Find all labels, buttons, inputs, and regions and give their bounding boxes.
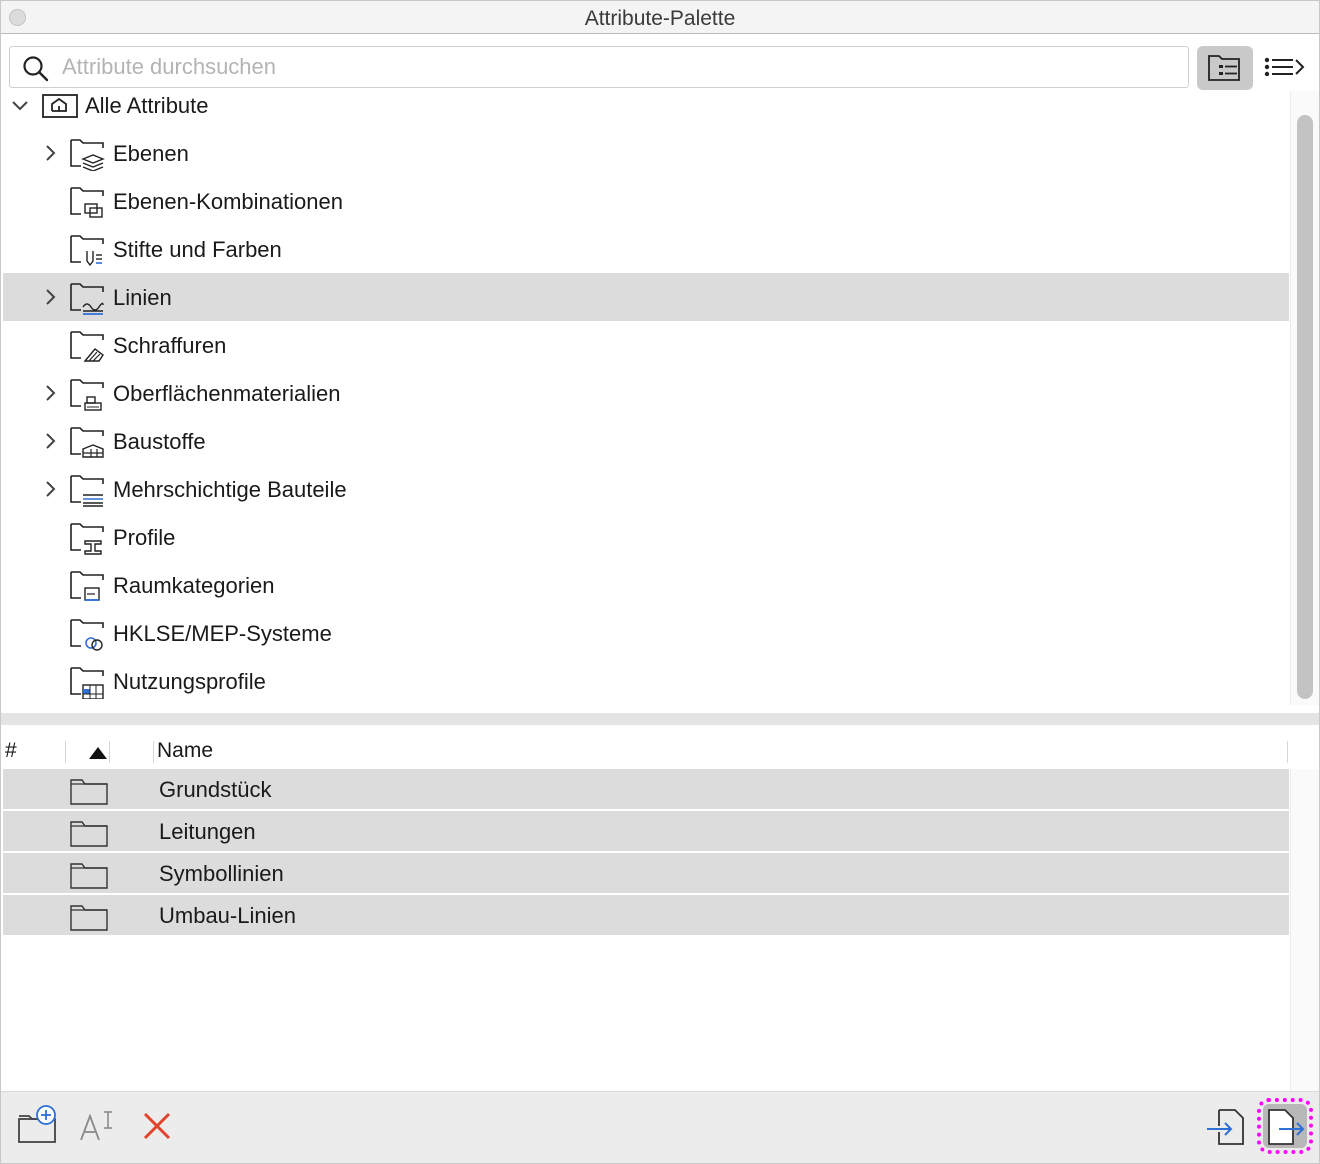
list-row-name: Umbau-Linien <box>159 903 296 928</box>
profiles-folder-icon <box>70 523 104 555</box>
tree-item[interactable]: Profile <box>3 513 1289 561</box>
tree-item-label: Mehrschichtige Bauteile <box>113 477 347 502</box>
tree-item-label: Profile <box>113 525 176 550</box>
chevron-right-icon[interactable] <box>41 430 59 452</box>
new-folder-button[interactable] <box>15 1104 59 1148</box>
tree-item[interactable]: HKLSE/MEP-Systeme <box>3 609 1289 657</box>
new-folder-icon <box>18 1105 56 1143</box>
tree-item-label: Linien <box>113 285 172 310</box>
layers-folder-icon <box>70 139 105 171</box>
lines-folder-icon <box>70 283 104 315</box>
list-row[interactable]: Symbollinien <box>3 853 1289 895</box>
list-row[interactable]: Umbau-Linien <box>3 895 1289 937</box>
list-header: # Name <box>1 735 1289 769</box>
chevron-right-icon[interactable] <box>41 478 59 500</box>
column-divider <box>109 741 110 763</box>
layer-combinations-folder-icon <box>70 187 104 218</box>
import-icon <box>1207 1109 1244 1145</box>
tree-item[interactable]: Baustoffe <box>3 417 1289 465</box>
list-row-name: Leitungen <box>159 819 256 844</box>
palette-footer <box>1 1091 1319 1163</box>
delete-button[interactable] <box>135 1104 179 1148</box>
tree-item-label: Ebenen-Kombinationen <box>113 189 343 214</box>
chevron-right-icon[interactable] <box>41 286 59 308</box>
tree-item-label: Nutzungsprofile <box>113 669 266 694</box>
list-row[interactable]: Grundstück <box>3 769 1289 811</box>
list-scrollbar-track[interactable] <box>1290 769 1319 1091</box>
folder-icon <box>70 821 108 847</box>
tree-item[interactable]: Mehrschichtige Bauteile <box>3 465 1289 513</box>
tree-item-label: Baustoffe <box>113 429 206 454</box>
rename-button[interactable] <box>77 1104 121 1148</box>
search-icon <box>23 56 49 82</box>
fills-folder-icon <box>70 331 104 362</box>
tree-item[interactable]: Oberflächenmaterialien <box>3 369 1289 417</box>
zone-categories-folder-icon <box>70 571 104 601</box>
folder-icon <box>70 905 108 931</box>
tree-view-icon <box>1208 55 1240 81</box>
tree-item-label: Stifte und Farben <box>113 237 282 262</box>
export-button[interactable] <box>1257 1098 1313 1154</box>
tree-item[interactable]: Ebenen-Kombinationen <box>3 177 1289 225</box>
column-divider <box>65 741 66 763</box>
column-divider <box>153 741 154 763</box>
attribute-tree: Alle Attribute Ebenen Ebenen-Kombinatione… <box>1 91 1289 705</box>
pens-folder-icon <box>70 235 104 267</box>
tree-item[interactable]: Schraffuren <box>3 321 1289 369</box>
tree-item-label: HKLSE/MEP-Systeme <box>113 621 332 646</box>
tree-root-alle-attribute[interactable]: Alle Attribute <box>3 81 1289 129</box>
tree-item-label: Oberflächenmaterialien <box>113 381 341 406</box>
tree-item[interactable]: Raumkategorien <box>3 561 1289 609</box>
tree-item[interactable]: Nutzungsprofile <box>3 657 1289 705</box>
list-row[interactable]: Leitungen <box>3 811 1289 853</box>
tree-root-label: Alle Attribute <box>85 93 209 118</box>
chevron-right-icon[interactable] <box>41 142 59 164</box>
title-bar: Attribute-Palette <box>1 1 1319 34</box>
tree-item-label: Schraffuren <box>113 333 227 358</box>
tree-item-label: Raumkategorien <box>113 573 275 598</box>
tree-scrollbar-thumb[interactable] <box>1297 115 1313 699</box>
tree-item-label: Ebenen <box>113 141 189 166</box>
rename-icon <box>80 1111 112 1141</box>
composites-folder-icon <box>70 475 104 507</box>
window-title: Attribute-Palette <box>584 7 736 30</box>
tree-item[interactable]: Ebenen <box>3 129 1289 177</box>
column-name-header[interactable]: Name <box>157 739 213 763</box>
surfaces-folder-icon <box>70 379 104 411</box>
tree-item[interactable]: Linien <box>3 273 1289 321</box>
column-divider <box>1287 741 1288 763</box>
panel-splitter[interactable] <box>1 713 1319 725</box>
import-button[interactable] <box>1205 1104 1249 1148</box>
list-row-name: Symbollinien <box>159 861 284 886</box>
house-folder-icon <box>42 94 78 118</box>
list-view-icon <box>1264 57 1305 77</box>
chevron-right-icon[interactable] <box>41 382 59 404</box>
tree-item[interactable]: Stifte und Farben <box>3 225 1289 273</box>
chevron-down-icon[interactable] <box>11 94 29 116</box>
attribute-palette-window: Attribute-Palette Attribute durchsuchen … <box>0 0 1320 1164</box>
list-row-name: Grundstück <box>159 777 272 802</box>
folder-icon <box>70 863 108 889</box>
sort-ascending-icon[interactable] <box>89 747 107 759</box>
folder-icon <box>70 779 108 805</box>
column-number-header[interactable]: # <box>5 739 17 763</box>
mep-systems-folder-icon <box>70 619 104 651</box>
search-input[interactable] <box>62 51 1172 83</box>
delete-icon <box>143 1112 171 1140</box>
building-materials-folder-icon <box>70 427 104 458</box>
operation-profiles-folder-icon <box>70 667 104 699</box>
export-icon <box>1268 1109 1305 1145</box>
